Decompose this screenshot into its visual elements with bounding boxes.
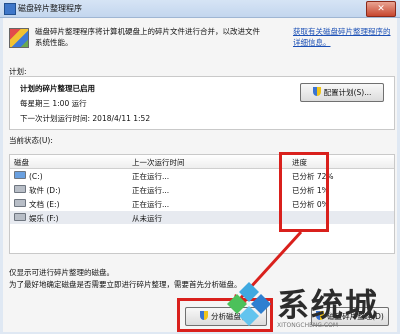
window-title: 磁盘碎片整理程序 (18, 4, 82, 13)
main-panel: 磁盘碎片整理程序将计算机硬盘上的碎片文件进行合并，以改进文件系统性能。 获取有关… (3, 18, 397, 332)
watermark: 系统城 XITONGCHENG.COM (223, 274, 393, 334)
defrag-app-icon (4, 3, 16, 15)
watermark-text: 系统城 (277, 286, 380, 324)
close-button[interactable]: ✕ (366, 1, 396, 17)
title-bar: 磁盘碎片整理程序 ✕ (0, 0, 400, 18)
watermark-subtext: XITONGCHENG.COM (277, 322, 339, 329)
watermark-logo-icon (227, 282, 271, 326)
